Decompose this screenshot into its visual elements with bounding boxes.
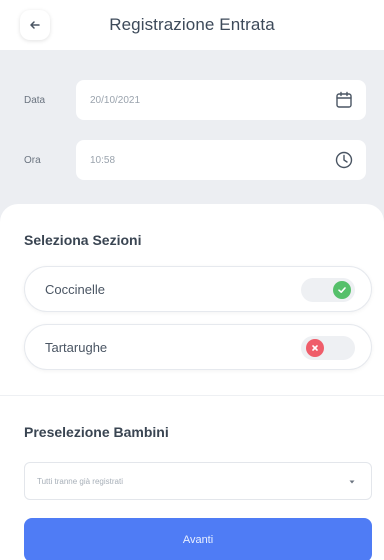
date-label: Data: [24, 94, 46, 106]
selection-card: [0, 204, 384, 560]
date-row: Data 20/10/2021: [0, 78, 384, 122]
time-label: Ora: [24, 154, 41, 166]
time-row: Ora 10:58: [0, 138, 384, 182]
date-value: 20/10/2021: [90, 94, 141, 106]
section-option-coccinelle[interactable]: Coccinelle: [24, 266, 372, 312]
calendar-icon[interactable]: [334, 90, 354, 110]
time-value: 10:58: [90, 154, 116, 166]
caret-down-icon: [349, 480, 355, 484]
next-button[interactable]: Avanti: [24, 518, 372, 560]
section-option-label: Tartarughe: [45, 339, 108, 355]
children-preselection-select[interactable]: Tutti tranne già registrati: [24, 462, 372, 500]
date-field[interactable]: 20/10/2021: [76, 80, 366, 120]
section-option-tartarughe[interactable]: Tartarughe: [24, 324, 372, 370]
section-toggle-on[interactable]: [301, 278, 355, 302]
time-field[interactable]: 10:58: [76, 140, 366, 180]
clock-icon[interactable]: [334, 150, 354, 170]
check-icon: [333, 281, 351, 299]
entry-datetime-section: Data 20/10/2021 Ora 10:58: [0, 50, 384, 230]
sections-title: Seleziona Sezioni: [24, 232, 142, 248]
section-toggle-off[interactable]: [301, 336, 355, 360]
select-value: Tutti tranne già registrati: [37, 476, 123, 486]
arrow-left-icon: [30, 21, 40, 29]
section-option-label: Coccinelle: [45, 281, 105, 297]
back-button[interactable]: [20, 10, 50, 40]
children-title: Preselezione Bambini: [24, 424, 169, 440]
divider: [0, 395, 384, 396]
x-icon: [306, 339, 324, 357]
page-title: Registrazione Entrata: [109, 15, 275, 34]
app-header: Registrazione Entrata: [0, 0, 384, 50]
next-button-label: Avanti: [182, 534, 214, 546]
